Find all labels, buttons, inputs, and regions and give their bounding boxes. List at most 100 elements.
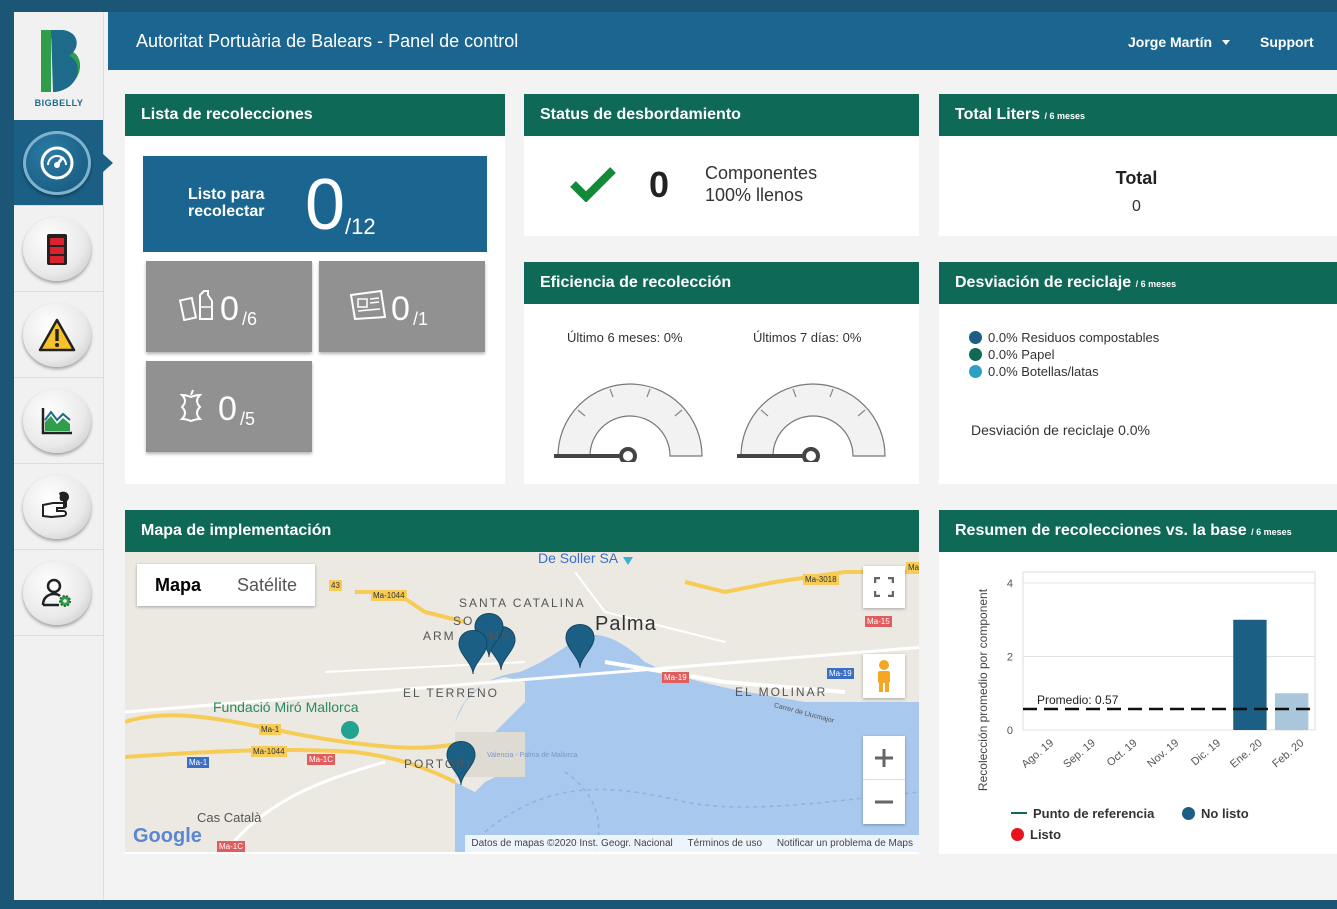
legend-compost: 0.0% Residuos compostables: [969, 330, 1159, 345]
chart-x-labels: Ago. 19 Sep. 19 Oct. 19 Nov. 19 Dic. 19 Ene. …: [1019, 737, 1306, 771]
nav-button-alerts[interactable]: [23, 303, 91, 367]
chart-grid: 0 2 4: [1007, 571, 1316, 737]
legend-dot: [969, 331, 982, 344]
bottles-icon: [178, 290, 213, 321]
collections-card-title: Lista de recolecciones: [125, 94, 505, 136]
summary-title: Resumen de recolecciones vs. la base: [955, 522, 1247, 539]
road-tag: Ma-1044: [251, 746, 287, 757]
map-terms-link[interactable]: Términos de uso: [688, 838, 762, 849]
recycling-card-title: Desviación de reciclaje / 6 meses: [939, 262, 1337, 304]
map-label: Valencia - Palma de Mallorca: [487, 752, 578, 759]
overflow-label-line1: Componentes: [705, 163, 818, 183]
legend-ready[interactable]: Listo: [1011, 827, 1249, 842]
plus-icon: [875, 748, 893, 767]
map-label: ARM: [423, 629, 456, 643]
x-tick-label: Ago. 19: [1019, 737, 1056, 771]
summary-card-title: Resumen de recolecciones vs. la base / 6…: [939, 510, 1337, 552]
nav-button-admin[interactable]: [23, 561, 91, 625]
gauge-label-7-days: Últimos 7 días: 0%: [753, 330, 862, 345]
nav-item-operations[interactable]: [14, 464, 103, 550]
map-card: Mapa de implementación De Soller SA SANT…: [125, 510, 919, 854]
nav-button-operations[interactable]: [23, 475, 91, 539]
map-footer: Datos de mapas ©2020 Inst. Geogr. Nacion…: [465, 835, 919, 852]
map-report-link[interactable]: Notificar un problema de Maps: [777, 838, 913, 849]
map-type-map-button[interactable]: Mapa: [137, 564, 219, 606]
overflow-label: Componentes 100% llenos: [705, 162, 817, 206]
efficiency-card-title: Eficiencia de recolección: [524, 262, 919, 304]
map-data-credit: Datos de mapas ©2020 Inst. Geogr. Nacion…: [471, 838, 673, 849]
total-liters-title: Total Liters: [955, 106, 1041, 123]
gauge-6-months: [554, 383, 703, 462]
overflow-card: Status de desbordamiento 0 Componentes 1…: [524, 94, 919, 236]
road-tag: 43: [329, 580, 342, 591]
total-label: Total: [1115, 168, 1158, 188]
road-tag: Ma-3018: [803, 574, 839, 585]
nav-item-fill-status[interactable]: [14, 206, 103, 292]
deployment-map[interactable]: De Soller SA SANTA CATALINA Palma SO ARM…: [125, 552, 919, 852]
road-tag: Ma-1C: [307, 754, 336, 765]
legend-not-ready[interactable]: No listo: [1182, 806, 1249, 821]
map-label: EL TERRENO: [403, 686, 500, 700]
map-label: De Soller SA: [538, 552, 619, 566]
nav-button-dashboard[interactable]: [23, 131, 91, 195]
nav-item-reports[interactable]: [14, 378, 103, 464]
support-link[interactable]: Support: [1260, 34, 1314, 50]
x-tick-label: Dic. 19: [1189, 737, 1223, 768]
x-tick-label: Feb. 20: [1270, 737, 1306, 770]
map-label: SO: [453, 614, 475, 628]
apple-core-icon: [179, 389, 203, 423]
overflow-count: 0: [649, 164, 670, 205]
recycling-card: Desviación de reciclaje / 6 meses 0.0% R…: [939, 262, 1337, 484]
legend-reference[interactable]: Punto de referencia: [1011, 806, 1154, 821]
nav-item-alerts[interactable]: [14, 292, 103, 378]
y-tick-label: 0: [1007, 725, 1013, 737]
total-liters-card-title: Total Liters / 6 meses: [939, 94, 1337, 136]
zoom-control: [863, 736, 905, 824]
summary-legend: Punto de referencia No listo Listo: [1011, 806, 1249, 842]
bar[interactable]: [1233, 619, 1267, 730]
nav-item-admin[interactable]: [14, 550, 103, 636]
paper-tile[interactable]: 0 /1: [319, 261, 485, 352]
efficiency-card: Eficiencia de recolección Último 6 meses…: [524, 262, 919, 484]
map-label: EL MOLINAR: [735, 685, 828, 699]
y-tick-label: 2: [1007, 652, 1013, 664]
legend-dot: [1182, 807, 1195, 820]
map-label: SANTA CATALINA: [459, 596, 586, 610]
ready-count: 0: [305, 165, 346, 245]
map-type-control: Mapa Satélite: [137, 564, 316, 606]
x-tick-label: Oct. 19: [1105, 737, 1140, 769]
user-menu[interactable]: Jorge Martín: [1128, 34, 1230, 50]
y-tick-label: 4: [1007, 578, 1013, 590]
road-tag: Ma-1044: [371, 590, 407, 601]
user-name: Jorge Martín: [1128, 34, 1213, 50]
app-frame: BIGBELLY Autoritat Portuària de Balears …: [14, 12, 1337, 900]
x-tick-label: Ene. 20: [1228, 737, 1265, 771]
nav-button-fill-status[interactable]: [23, 217, 91, 281]
paper-count: 0: [391, 290, 410, 328]
ready-to-collect-box[interactable]: Listo para recolectar 0 /12: [143, 156, 487, 252]
bottles-tile[interactable]: 0 /6: [146, 261, 312, 352]
compost-count: 0: [218, 390, 237, 428]
chart-icon: [41, 408, 72, 435]
nav-button-reports[interactable]: [23, 389, 91, 453]
street-view-button[interactable]: [863, 654, 905, 698]
warning-icon: [38, 318, 76, 352]
map-type-satellite-button[interactable]: Satélite: [219, 564, 315, 606]
zoom-in-button[interactable]: [863, 736, 905, 780]
compost-tile[interactable]: 0 /5: [146, 361, 312, 452]
brand-logo[interactable]: BIGBELLY: [14, 12, 103, 120]
reference-label: Promedio: 0.57: [1037, 693, 1119, 707]
road-tag: Ma-19: [827, 668, 854, 679]
summary-chart: Recolección promedio por component 0 2 4 P…: [976, 571, 1316, 791]
map-card-title: Mapa de implementación: [125, 510, 919, 552]
gauge-label-6-months: Último 6 meses: 0%: [567, 330, 683, 345]
bar[interactable]: [1274, 693, 1309, 730]
nav-item-dashboard[interactable]: [14, 120, 113, 206]
zoom-out-button[interactable]: [863, 780, 905, 824]
legend-line-icon: [1011, 812, 1027, 814]
overflow-card-title: Status de desbordamiento: [524, 94, 919, 136]
road-tag: Ma-15: [865, 616, 892, 627]
bottles-total: /6: [242, 309, 258, 329]
fullscreen-button[interactable]: [863, 566, 905, 608]
total-liters-period: / 6 meses: [1044, 111, 1086, 121]
